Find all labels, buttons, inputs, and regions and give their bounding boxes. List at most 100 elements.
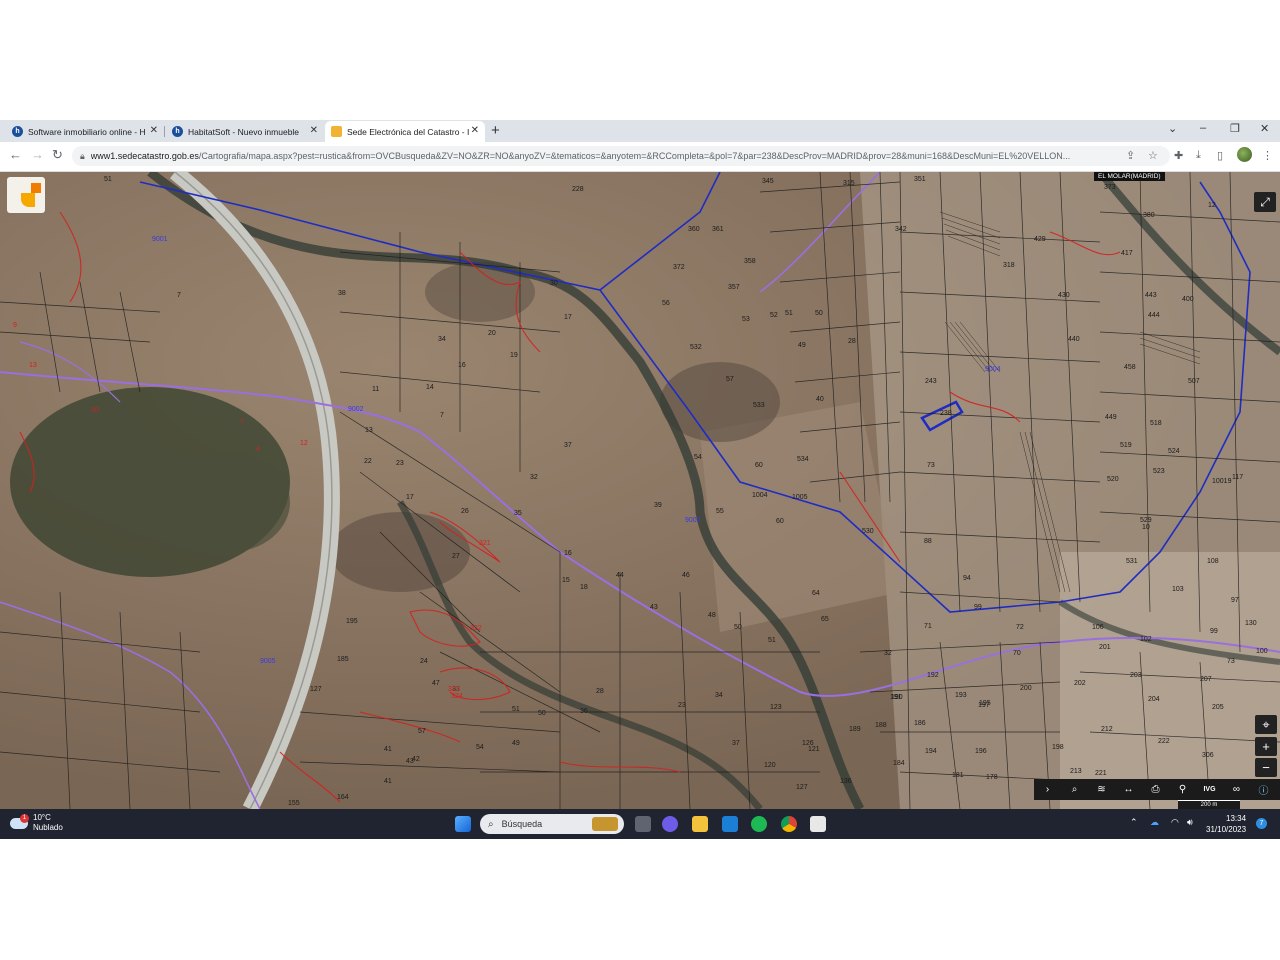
cadastral-map[interactable]: 51 228 345 315 351 373 380 12 360 361 342 429 372 358… [0,172,1280,809]
clock[interactable]: 13:34 31/10/2023 [1206,813,1246,835]
parcel-label: 204 [1148,696,1160,703]
parcel-label: 103 [1172,586,1184,593]
extensions-puzzle-icon[interactable]: ✚ [1174,149,1183,162]
parcel-label: 12 [300,440,308,447]
locate-crosshair-icon[interactable]: ⌖ [1255,715,1277,734]
tab-search-chevron-icon[interactable]: ⌄ [1168,122,1177,135]
windows-start-icon[interactable] [455,816,471,832]
parcel-label: 49 [512,740,520,747]
parcel-label: 41 [384,746,392,753]
parcel-label: 20 [488,330,496,337]
parcel-label: 12 [1208,202,1216,209]
more-menu-icon[interactable]: ⋮ [1262,149,1273,162]
search-icon[interactable]: ⌕ [1061,784,1088,795]
download-icon[interactable]: ⤓ [1196,149,1201,162]
parcel-label: 351 [914,176,926,183]
print-icon[interactable]: ⎙ [1142,784,1169,795]
map-canvas[interactable] [0,172,1280,809]
spotify-icon[interactable] [751,816,767,832]
parcel-label: 55 [716,508,724,515]
parcel-label: 213 [1070,768,1082,775]
parcel-label: 34 [438,336,446,343]
weather-text: 10°C Nublado [33,813,63,833]
measure-icon[interactable]: ↔ [1115,784,1142,795]
parcel-label: 524 [1168,448,1180,455]
side-panel-icon[interactable]: ▯ [1217,149,1223,162]
scale-bar: 200 m [1178,800,1240,809]
window-close-icon[interactable]: ✕ [1260,122,1269,135]
weather-desc: Nublado [33,823,63,832]
parcel-label: 7 [240,419,244,426]
onedrive-cloud-icon[interactable]: ☁ [1150,817,1159,828]
minimize-icon[interactable]: – [1200,122,1206,134]
share-icon[interactable]: ⇪ [1126,149,1135,162]
zoom-in-plus-icon[interactable]: + [1255,737,1277,756]
tray-overflow-chevron-icon[interactable]: ⌃ [1130,817,1138,828]
parcel-label: 360 [688,226,700,233]
parcel-label: 201 [1099,644,1111,651]
parcel-label: 4 [256,446,260,453]
task-view-icon[interactable] [635,816,651,832]
parcel-label: 13 [29,362,37,369]
parcel-label: 51 [104,176,112,183]
parcel-label: 193 [955,692,967,699]
parcel-label: 519 [1120,442,1132,449]
chevron-right-icon[interactable]: › [1034,784,1061,795]
address-bar[interactable]: 🔒︎ www1.sedecatastro.gob.es/Cartografia/… [72,146,1170,166]
snipping-tool-icon[interactable] [810,816,826,832]
fullscreen-expand-icon[interactable]: ⤢ [1254,192,1276,212]
outlook-icon[interactable] [722,816,738,832]
parcel-label: 13 [365,427,373,434]
parcel-label: 52 [770,312,778,319]
taskbar-search[interactable]: ⌕ Búsqueda [480,814,624,834]
parcel-label: 324 [451,693,463,700]
file-explorer-icon[interactable] [692,816,708,832]
parcel-label: 71 [924,623,932,630]
parcel-label: 10 [1142,524,1150,531]
back-arrow-icon[interactable]: ← [9,147,22,162]
reload-icon[interactable]: ↻ [52,147,63,163]
tab-strip: h Software inmobiliario online - H ✕ h H… [0,120,1280,142]
parcel-label: 100 [1256,648,1268,655]
parcel-label: 440 [1068,336,1080,343]
zoom-out-minus-icon[interactable]: − [1255,758,1277,777]
close-icon[interactable]: ✕ [471,125,479,136]
tab-software-inmobiliario[interactable]: h Software inmobiliario online - H ✕ [6,121,164,142]
bookmark-star-icon[interactable]: ☆ [1148,149,1158,162]
lock-icon[interactable]: 🔒︎ [80,151,85,162]
teams-chat-icon[interactable] [662,816,678,832]
info-icon[interactable]: ⓘ [1250,782,1277,797]
weather-widget[interactable]: 1 10°C Nublado [10,813,63,833]
parcel-label: 518 [1150,420,1162,427]
parcel-label: 28 [848,338,856,345]
search-placeholder: Búsqueda [501,819,543,829]
windows-taskbar: 1 10°C Nublado ⌕ Búsqueda ⌃ ☁ ◠ 🔊︎ 13:34… [0,809,1280,839]
parcel-label: 30 [550,280,558,287]
forward-arrow-icon[interactable]: → [31,147,44,162]
volume-icon[interactable]: 🔊︎ [1187,817,1193,828]
chrome-icon[interactable] [781,816,797,832]
url-text[interactable]: www1.sedecatastro.gob.es/Cartografia/map… [91,151,1106,161]
parcel-label: 373 [1104,184,1116,191]
parcel-label: 444 [1148,312,1160,319]
ivg-icon[interactable]: IVG [1196,786,1223,793]
parcel-label: 192 [927,672,939,679]
region-label: EL MOLAR(MADRID) [1094,172,1165,181]
tab-habitatsoft-nuevo[interactable]: h HabitatSoft - Nuevo inmueble ✕ [166,121,324,142]
notification-badge[interactable]: 7 [1256,818,1267,829]
location-icon[interactable]: ⚲ [1169,784,1196,795]
parcel-label: 189 [849,726,861,733]
profile-avatar[interactable] [1237,147,1252,162]
parcel-label: 14 [426,384,434,391]
close-icon[interactable]: ✕ [310,125,318,136]
parcel-label: 43 [406,758,414,765]
binoculars-icon[interactable]: ∞ [1223,784,1250,795]
parcel-label: 243 [925,378,937,385]
layers-icon[interactable]: ≋ [1088,784,1115,795]
close-icon[interactable]: ✕ [150,125,158,136]
tab-catastro[interactable]: Sede Electrónica del Catastro - I ✕ [325,121,485,142]
new-tab-plus-icon[interactable]: + [491,122,500,139]
wifi-icon[interactable]: ◠ [1171,817,1179,828]
restore-icon[interactable]: ❐ [1230,122,1240,135]
parcel-label: 117 [1232,474,1244,481]
